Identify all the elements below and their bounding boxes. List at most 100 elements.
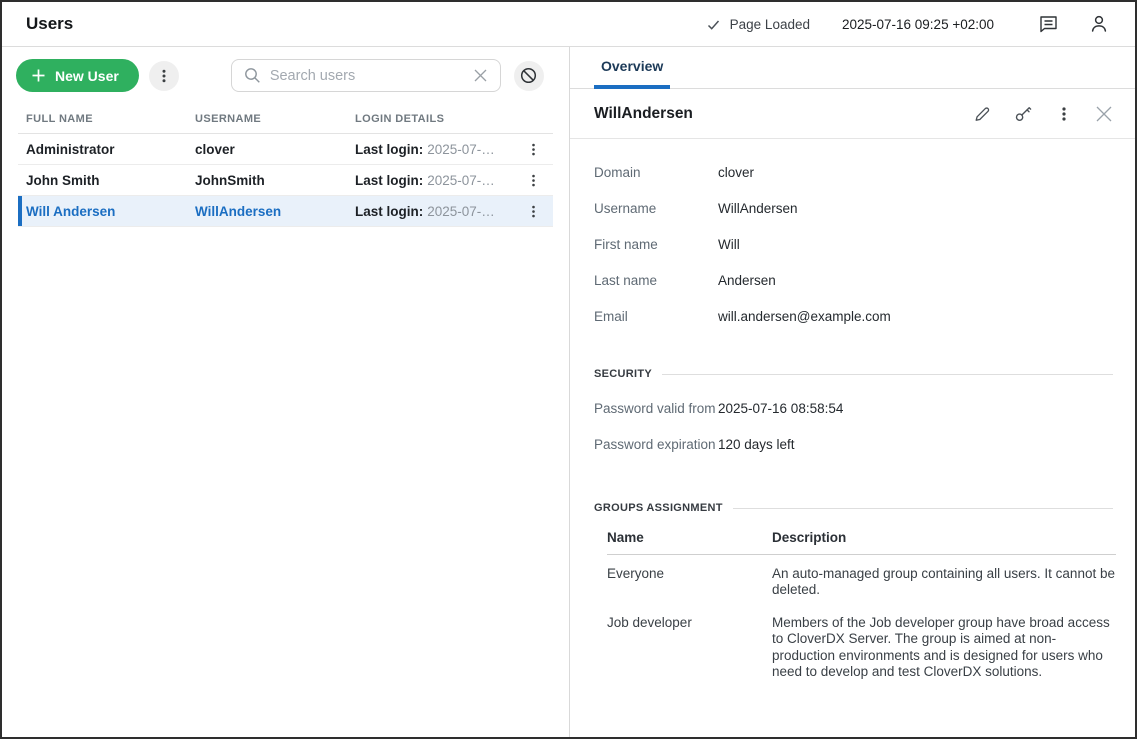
users-table-header: FULL NAME USERNAME LOGIN DETAILS — [18, 105, 553, 134]
kebab-icon — [156, 68, 172, 84]
cell-username: WillAndersen — [195, 204, 355, 219]
row-menu-button[interactable] — [523, 139, 543, 159]
group-row-job-developer: Job developer Members of the Job develop… — [607, 604, 1116, 686]
field-label: Password valid from — [594, 401, 718, 416]
row-menu-button[interactable] — [523, 201, 543, 221]
last-login-value: 2025-07-… — [427, 173, 495, 188]
group-description: An auto-managed group containing all use… — [772, 566, 1116, 599]
search-icon — [244, 67, 261, 84]
server-timestamp: 2025-07-16 09:25 +02:00 — [842, 17, 994, 32]
field-value: clover — [718, 165, 754, 180]
detail-tabbar: Overview — [570, 47, 1135, 89]
field-domain: Domain clover — [594, 154, 1113, 190]
user-icon — [1089, 14, 1109, 34]
users-table: FULL NAME USERNAME LOGIN DETAILS Adminis… — [18, 105, 553, 227]
last-login-label: Last login: — [355, 173, 423, 188]
cell-login-details: Last login: 2025-07-… — [355, 204, 510, 219]
list-actions-menu-button[interactable] — [149, 61, 179, 91]
group-row-everyone: Everyone An auto-managed group containin… — [607, 555, 1116, 604]
last-login-label: Last login: — [355, 204, 423, 219]
group-description: Members of the Job developer group have … — [772, 615, 1116, 681]
change-password-button[interactable] — [1014, 104, 1033, 123]
detail-header: WillAndersen — [570, 89, 1135, 139]
groups-table: Name Description Everyone An auto-manage… — [607, 530, 1116, 686]
kebab-icon — [526, 173, 541, 188]
block-icon — [520, 67, 537, 84]
user-detail-panel: Overview WillAndersen — [570, 47, 1135, 737]
groups-heading: GROUPS ASSIGNMENT — [594, 502, 723, 514]
search-box — [231, 59, 501, 92]
table-row-administrator[interactable]: Administrator clover Last login: 2025-07-… — [18, 134, 553, 165]
detail-body: Domain clover Username WillAndersen Firs… — [570, 139, 1135, 686]
cell-full-name: John Smith — [26, 173, 195, 188]
last-login-label: Last login: — [355, 142, 423, 157]
field-last-name: Last name Andersen — [594, 262, 1113, 298]
account-button[interactable] — [1089, 14, 1109, 34]
tab-overview[interactable]: Overview — [594, 47, 670, 89]
clear-search-button[interactable] — [473, 68, 488, 83]
field-label: First name — [594, 237, 718, 252]
cell-full-name: Will Andersen — [26, 204, 195, 219]
feedback-button[interactable] — [1038, 14, 1059, 34]
field-label: Domain — [594, 165, 718, 180]
field-label: Username — [594, 201, 718, 216]
plus-icon — [31, 68, 46, 83]
close-icon — [1095, 105, 1113, 123]
column-header-full-name: FULL NAME — [26, 113, 195, 125]
kebab-icon — [1056, 106, 1072, 122]
field-label: Last name — [594, 273, 718, 288]
key-icon — [1014, 104, 1033, 123]
disable-user-button[interactable] — [514, 61, 544, 91]
field-first-name: First name Will — [594, 226, 1113, 262]
topbar: Users Page Loaded 2025-07-16 09:25 +02:0… — [2, 2, 1135, 47]
table-row-john-smith[interactable]: John Smith JohnSmith Last login: 2025-07-… — [18, 165, 553, 196]
security-heading: SECURITY — [594, 368, 652, 380]
field-value: WillAndersen — [718, 201, 798, 216]
field-value: 120 days left — [718, 437, 795, 452]
users-toolbar: New User — [2, 47, 569, 105]
field-value: 2025-07-16 08:58:54 — [718, 401, 843, 416]
last-login-value: 2025-07-… — [427, 204, 495, 219]
search-input[interactable] — [270, 68, 464, 84]
page-status-label: Page Loaded — [730, 17, 810, 32]
detail-menu-button[interactable] — [1056, 106, 1072, 122]
field-label: Email — [594, 309, 718, 324]
edit-user-button[interactable] — [973, 105, 991, 123]
users-admin-window: Users Page Loaded 2025-07-16 09:25 +02:0… — [0, 0, 1137, 739]
groups-table-header: Name Description — [607, 530, 1116, 555]
topbar-right: Page Loaded 2025-07-16 09:25 +02:00 — [706, 14, 1109, 34]
column-header-name: Name — [607, 530, 772, 545]
table-row-will-andersen[interactable]: Will Andersen WillAndersen Last login: 20… — [18, 196, 553, 227]
field-value: will.andersen@example.com — [718, 309, 891, 324]
pencil-icon — [973, 105, 991, 123]
kebab-icon — [526, 142, 541, 157]
field-username: Username WillAndersen — [594, 190, 1113, 226]
last-login-value: 2025-07-… — [427, 142, 495, 157]
cell-login-details: Last login: 2025-07-… — [355, 142, 510, 157]
column-header-description: Description — [772, 530, 1116, 545]
kebab-icon — [526, 204, 541, 219]
cell-username: JohnSmith — [195, 173, 355, 188]
group-name: Job developer — [607, 615, 772, 681]
new-user-button[interactable]: New User — [16, 59, 139, 92]
field-password-valid-from: Password valid from 2025-07-16 08:58:54 — [594, 390, 1113, 426]
clear-icon — [473, 68, 488, 83]
row-menu-button[interactable] — [523, 170, 543, 190]
field-value: Will — [718, 237, 740, 252]
cell-full-name: Administrator — [26, 142, 195, 157]
field-email: Email will.andersen@example.com — [594, 298, 1113, 334]
column-header-username: USERNAME — [195, 113, 355, 125]
new-user-label: New User — [55, 68, 119, 84]
main-content: New User — [2, 47, 1135, 737]
column-header-login-details: LOGIN DETAILS — [355, 113, 510, 125]
field-password-expiration: Password expiration 120 days left — [594, 426, 1113, 462]
cell-username: clover — [195, 142, 355, 157]
close-detail-button[interactable] — [1095, 105, 1113, 123]
groups-section-header: GROUPS ASSIGNMENT — [594, 502, 1113, 514]
page-status: Page Loaded — [706, 17, 810, 32]
cell-login-details: Last login: 2025-07-… — [355, 173, 510, 188]
group-name: Everyone — [607, 566, 772, 599]
comment-icon — [1038, 14, 1059, 34]
section-divider — [662, 374, 1113, 375]
security-section-header: SECURITY — [594, 368, 1113, 380]
